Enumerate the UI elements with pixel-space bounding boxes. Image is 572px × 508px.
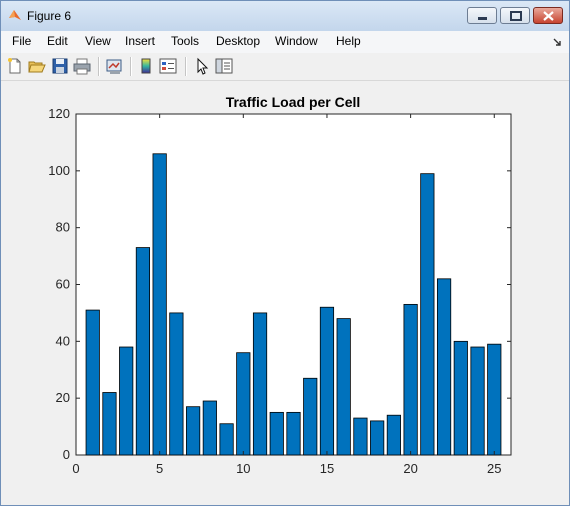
bar-6[interactable] [169,312,184,456]
print-icon[interactable] [73,57,91,75]
bar-12[interactable] [269,411,284,456]
close-icon [543,11,554,21]
bar-11[interactable] [252,312,268,456]
open-file-icon[interactable] [28,57,46,75]
chart-title: Traffic Load per Cell [226,94,361,110]
bar-22[interactable] [436,278,452,456]
close-button[interactable] [533,7,563,24]
toolbar-separator [130,57,132,76]
y-tick-label: 0 [63,447,70,462]
save-icon[interactable] [51,57,69,75]
menu-view[interactable]: View [85,34,111,48]
figure-window: Figure 6 File Edit View Insert Tools Des… [0,0,570,506]
y-tick-label: 20 [56,390,70,405]
bar-8[interactable] [202,400,217,456]
bar-18[interactable] [370,420,385,456]
dock-arrow-icon[interactable] [552,37,562,47]
title-bar[interactable]: Figure 6 [1,1,569,32]
menu-desktop[interactable]: Desktop [216,34,260,48]
window-title: Figure 6 [27,9,72,23]
menu-bar: File Edit View Insert Tools Desktop Wind… [1,31,569,53]
x-tick-label: 15 [320,461,334,476]
x-tick-label: 25 [487,461,501,476]
bar-13[interactable] [286,411,301,456]
edit-plot-arrow-icon[interactable] [193,57,211,75]
y-tick-label: 100 [48,163,70,178]
bar-25[interactable] [487,343,502,456]
y-tick-label: 40 [56,333,70,348]
bar-23[interactable] [453,340,468,456]
bar-5[interactable] [152,153,167,456]
y-tick-label: 120 [48,106,70,121]
bar-14[interactable] [303,377,318,456]
bar-3[interactable] [119,346,134,456]
toolbar [1,53,569,81]
y-tick-label: 60 [56,277,70,292]
maximize-button[interactable] [500,7,530,24]
link-plot-icon[interactable] [105,57,123,75]
bar-7[interactable] [186,406,201,456]
maximize-icon [510,11,522,21]
bar-24[interactable] [470,346,485,456]
x-tick-label: 20 [403,461,417,476]
bar-15[interactable] [319,306,335,456]
bar-9[interactable] [219,423,234,456]
bar-16[interactable] [336,318,351,456]
bar-17[interactable] [353,417,368,456]
matlab-logo-icon [9,10,21,20]
colorbar-icon[interactable] [137,57,155,75]
menu-insert[interactable]: Insert [125,34,155,48]
toolbar-separator [185,57,187,76]
new-figure-icon[interactable] [6,57,24,75]
minimize-button[interactable] [467,7,497,24]
menu-edit[interactable]: Edit [47,34,68,48]
bar-10[interactable] [236,352,251,456]
bar-chart[interactable]: Traffic Load per Cell 0 5 10 15 20 25 0 20 40 60… [6,81,566,491]
x-tick-label: 10 [236,461,250,476]
figure-area: Traffic Load per Cell 0 5 10 15 20 25 0 20 40 60… [6,81,566,501]
bar-21[interactable] [420,173,435,456]
bar-2[interactable] [102,392,117,456]
menu-window[interactable]: Window [275,34,318,48]
menu-help[interactable]: Help [336,34,361,48]
x-tick-label: 0 [72,461,79,476]
menu-tools[interactable]: Tools [171,34,199,48]
x-tick-label: 5 [156,461,163,476]
legend-icon[interactable] [159,57,177,75]
bar-4[interactable] [135,247,151,456]
y-tick-label: 80 [56,220,70,235]
bar-19[interactable] [386,414,401,456]
bar-20[interactable] [403,303,418,456]
minimize-icon [478,17,487,20]
toolbar-separator [98,57,100,76]
property-inspector-icon[interactable] [215,57,233,75]
menu-file[interactable]: File [12,34,31,48]
bar-1[interactable] [85,309,100,456]
